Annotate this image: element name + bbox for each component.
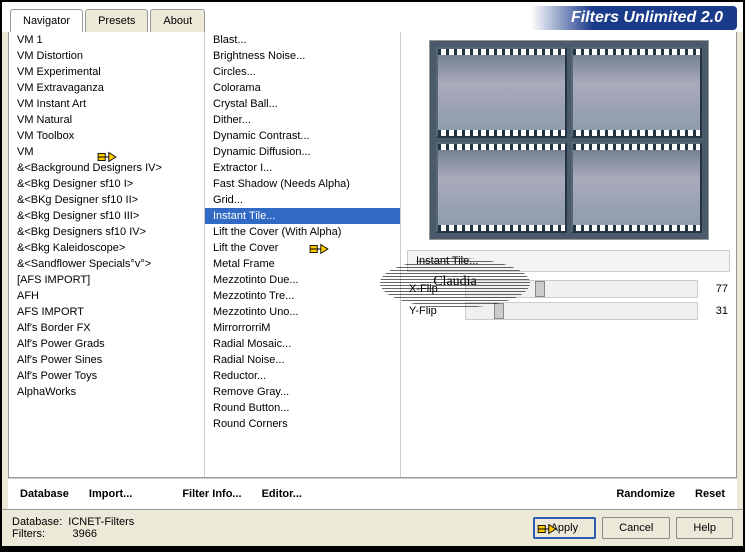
slider-thumb[interactable] [535, 281, 545, 297]
tab-presets[interactable]: Presets [85, 9, 148, 32]
list-item[interactable]: Radial Mosaic... [205, 336, 400, 352]
app-title: Filters Unlimited 2.0 [531, 6, 737, 30]
slider-y-flip[interactable]: Y-Flip 31 [405, 300, 732, 322]
list-item[interactable]: Instant Tile... [205, 208, 400, 224]
list-item[interactable]: Fast Shadow (Needs Alpha) [205, 176, 400, 192]
list-item[interactable]: Reductor... [205, 368, 400, 384]
list-item[interactable]: VM [9, 144, 204, 160]
list-item[interactable]: VM 1 [9, 32, 204, 48]
list-item[interactable]: &<Bkg Designer sf10 III> [9, 208, 204, 224]
list-item[interactable]: Lift the Cover [205, 240, 400, 256]
list-item[interactable]: Circles... [205, 64, 400, 80]
list-item[interactable]: &<BKg Designer sf10 II> [9, 192, 204, 208]
list-item[interactable]: Mezzotinto Tre... [205, 288, 400, 304]
list-item[interactable]: AFH [9, 288, 204, 304]
filter-list[interactable]: Blast...Brightness Noise...Circles...Col… [205, 32, 400, 464]
list-item[interactable]: [AFS IMPORT] [9, 272, 204, 288]
slider-label: X-Flip [409, 283, 459, 295]
list-item[interactable]: Colorama [205, 80, 400, 96]
list-item[interactable]: VM Instant Art [9, 96, 204, 112]
list-item[interactable]: Blast... [205, 32, 400, 48]
slider-value: 31 [704, 305, 728, 317]
slider-thumb[interactable] [494, 303, 504, 319]
list-item[interactable]: Dynamic Contrast... [205, 128, 400, 144]
list-item[interactable]: Extractor I... [205, 160, 400, 176]
list-item[interactable]: Alf's Power Sines [9, 352, 204, 368]
database-button[interactable]: Database [12, 485, 77, 503]
preview-image [429, 40, 709, 240]
list-item[interactable]: AFS IMPORT [9, 304, 204, 320]
list-item[interactable]: VM Extravaganza [9, 80, 204, 96]
list-item[interactable]: AlphaWorks [9, 384, 204, 400]
list-item[interactable]: Dither... [205, 112, 400, 128]
list-item[interactable]: Crystal Ball... [205, 96, 400, 112]
list-item[interactable]: Brightness Noise... [205, 48, 400, 64]
list-item[interactable]: Alf's Border FX [9, 320, 204, 336]
editor-button[interactable]: Editor... [254, 485, 310, 503]
randomize-button[interactable]: Randomize [608, 485, 683, 503]
database-info: Database: ICNET-Filters Filters: 3966 [12, 516, 134, 540]
list-item[interactable]: Lift the Cover (With Alpha) [205, 224, 400, 240]
slider-label: Y-Flip [409, 305, 459, 317]
list-item[interactable]: Round Corners [205, 416, 400, 432]
list-item[interactable]: VM Toolbox [9, 128, 204, 144]
cancel-button[interactable]: Cancel [602, 517, 670, 539]
slider-track[interactable] [465, 302, 698, 320]
list-item[interactable]: &<Sandflower Specials°v°> [9, 256, 204, 272]
slider-track[interactable] [465, 280, 698, 298]
import-button[interactable]: Import... [81, 485, 140, 503]
list-item[interactable]: Grid... [205, 192, 400, 208]
tab-navigator[interactable]: Navigator [10, 9, 83, 32]
list-item[interactable]: VM Experimental [9, 64, 204, 80]
tab-about[interactable]: About [150, 9, 205, 32]
slider-value: 77 [704, 283, 728, 295]
list-item[interactable]: &<Bkg Designers sf10 IV> [9, 224, 204, 240]
list-item[interactable]: &<Bkg Designer sf10 I> [9, 176, 204, 192]
help-button[interactable]: Help [676, 517, 733, 539]
list-item[interactable]: Alf's Power Grads [9, 336, 204, 352]
list-item[interactable]: Metal Frame [205, 256, 400, 272]
category-list[interactable]: VM 1VM DistortionVM ExperimentalVM Extra… [9, 32, 204, 464]
list-item[interactable]: Mezzotinto Due... [205, 272, 400, 288]
list-item[interactable]: &<Bkg Kaleidoscope> [9, 240, 204, 256]
slider-x-flip[interactable]: X-Flip 77 [405, 278, 732, 300]
list-item[interactable]: Mezzotinto Uno... [205, 304, 400, 320]
list-item[interactable]: MirrorrorriM [205, 320, 400, 336]
list-item[interactable]: Alf's Power Toys [9, 368, 204, 384]
list-item[interactable]: &<Background Designers IV> [9, 160, 204, 176]
list-item[interactable]: Radial Noise... [205, 352, 400, 368]
list-item[interactable]: VM Natural [9, 112, 204, 128]
list-item[interactable]: VM Distortion [9, 48, 204, 64]
reset-button[interactable]: Reset [687, 485, 733, 503]
list-item[interactable]: Round Button... [205, 400, 400, 416]
apply-button[interactable]: Apply [533, 517, 597, 539]
list-item[interactable]: Dynamic Diffusion... [205, 144, 400, 160]
list-item[interactable]: Remove Gray... [205, 384, 400, 400]
filter-info-button[interactable]: Filter Info... [174, 485, 249, 503]
current-filter-name: Instant Tile... [407, 250, 730, 272]
